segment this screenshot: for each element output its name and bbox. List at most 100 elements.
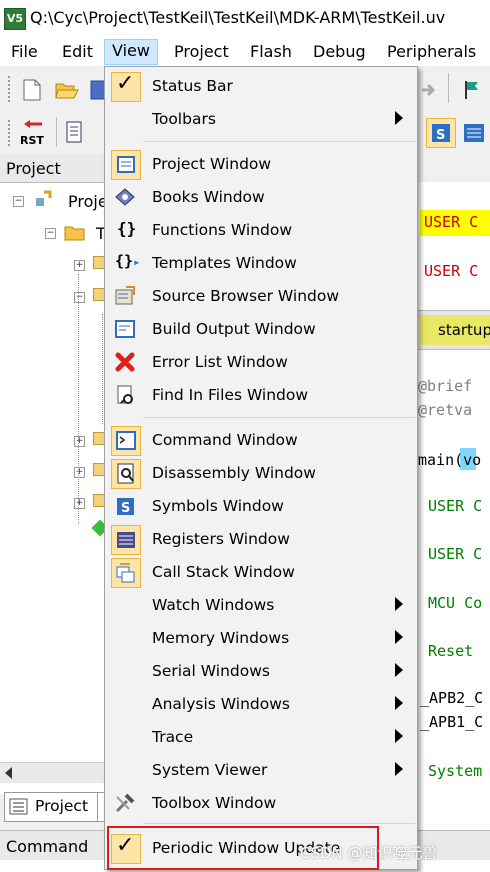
menu-item-error-list-window[interactable]: Error List Window <box>105 346 417 379</box>
run-to-cursor-icon[interactable] <box>64 120 90 146</box>
menu-view[interactable]: View <box>104 39 158 65</box>
check-icon: ✓ <box>116 71 135 96</box>
project-tab-label: Project <box>35 797 89 815</box>
bookmark-flag-icon[interactable] <box>460 78 482 102</box>
menu-item-label: Error List Window <box>152 353 288 371</box>
menu-item-functions-window[interactable]: {} Functions Window <box>105 214 417 247</box>
menu-separator <box>143 823 415 824</box>
tree-collapse-toggle[interactable]: − <box>13 196 24 207</box>
build-output-icon <box>115 320 135 338</box>
menu-item-watch-windows[interactable]: Watch Windows <box>105 589 417 622</box>
menu-item-trace[interactable]: Trace <box>105 721 417 754</box>
menu-item-label: Templates Window <box>152 254 297 272</box>
menu-item-label: Memory Windows <box>152 629 290 647</box>
view-menu-dropdown: ✓ Status Bar Toolbars Project Window Boo… <box>104 66 418 870</box>
project-pane-header: Project <box>0 154 110 183</box>
tree-expand-toggle[interactable]: + <box>74 260 85 271</box>
books-window-icon <box>115 188 135 206</box>
editor-tab-strip: startup <box>416 310 490 350</box>
menu-item-label: System Viewer <box>152 761 268 779</box>
menu-item-label: Books Window <box>152 188 265 206</box>
menu-item-label: Functions Window <box>152 221 293 239</box>
tree-connector <box>78 274 81 524</box>
code-line: USER C <box>428 497 483 515</box>
menu-item-analysis-windows[interactable]: Analysis Windows <box>105 688 417 721</box>
menu-item-command-window[interactable]: Command Window <box>105 424 417 457</box>
registers-toolbar-icon[interactable] <box>462 120 486 146</box>
menu-item-project-window[interactable]: Project Window <box>105 148 417 181</box>
tree-root-label[interactable]: Proje <box>68 192 108 211</box>
menu-item-label: Build Output Window <box>152 320 316 338</box>
menu-debug[interactable]: Debug <box>306 40 373 64</box>
editor-tab-startup[interactable]: startup <box>420 315 490 345</box>
menu-item-label: Command Window <box>152 431 298 449</box>
menu-item-books-window[interactable]: Books Window <box>105 181 417 214</box>
find-in-files-icon <box>117 385 133 404</box>
menu-item-label: Find In Files Window <box>152 386 309 404</box>
menu-item-label: Disassembly Window <box>152 464 316 482</box>
menu-separator <box>143 417 415 418</box>
menu-item-registers-window[interactable]: Registers Window <box>105 523 417 556</box>
menu-peripherals[interactable]: Peripherals <box>380 40 483 64</box>
menu-item-call-stack-window[interactable]: Call Stack Window <box>105 556 417 589</box>
project-target-icon <box>36 190 52 206</box>
project-tab[interactable]: Project <box>4 792 98 822</box>
menu-item-label: Symbols Window <box>152 497 284 515</box>
svg-text:S: S <box>436 128 445 143</box>
menu-item-disassembly-window[interactable]: Disassembly Window <box>105 457 417 490</box>
code-line: Reset <box>428 642 474 660</box>
menu-item-memory-windows[interactable]: Memory Windows <box>105 622 417 655</box>
scroll-left-arrow-icon[interactable] <box>5 767 12 779</box>
menu-flash[interactable]: Flash <box>243 40 299 64</box>
menu-item-toolbox-window[interactable]: Toolbox Window <box>105 787 417 820</box>
editor-top-strip <box>416 154 490 182</box>
toolbar-separator <box>448 73 449 103</box>
toolbox-icon <box>115 793 135 813</box>
menu-item-symbols-window[interactable]: S Symbols Window <box>105 490 417 523</box>
command-window-icon <box>116 431 136 450</box>
registers-icon <box>117 532 135 548</box>
svg-text:S: S <box>121 501 130 516</box>
menu-item-serial-windows[interactable]: Serial Windows <box>105 655 417 688</box>
menu-item-label: Toolbox Window <box>152 794 277 812</box>
menu-file[interactable]: File <box>4 40 45 64</box>
submenu-arrow-icon <box>395 729 403 743</box>
submenu-arrow-icon <box>395 597 403 611</box>
menu-item-templates-window[interactable]: {}▸ Templates Window <box>105 247 417 280</box>
code-line: @brief <box>418 377 473 395</box>
toolbar-grip[interactable] <box>8 120 12 146</box>
menu-item-find-in-files-window[interactable]: Find In Files Window <box>105 379 417 412</box>
submenu-arrow-icon <box>395 663 403 677</box>
menu-item-label: Status Bar <box>152 77 233 95</box>
menu-item-build-output-window[interactable]: Build Output Window <box>105 313 417 346</box>
menu-item-label: Serial Windows <box>152 662 270 680</box>
disassembly-icon-frame <box>111 459 141 489</box>
menu-item-toolbars[interactable]: Toolbars <box>105 103 417 136</box>
symbols-toolbar-button[interactable]: S <box>426 118 456 148</box>
code-line: USER C <box>428 545 483 563</box>
menu-item-status-bar[interactable]: ✓ Status Bar <box>105 70 417 103</box>
menu-item-label: Source Browser Window <box>152 287 340 305</box>
code-line: System <box>428 762 483 780</box>
menu-edit[interactable]: Edit <box>55 40 100 64</box>
code-line: _APB2_C <box>420 689 484 707</box>
menu-item-label: Trace <box>152 728 194 746</box>
new-file-icon[interactable] <box>20 78 44 102</box>
menu-item-system-viewer[interactable]: System Viewer <box>105 754 417 787</box>
registers-icon-frame <box>111 525 141 555</box>
reset-rst-icon[interactable]: RST <box>18 118 48 148</box>
tree-collapse-toggle[interactable]: − <box>45 228 56 239</box>
open-folder-icon[interactable] <box>54 78 80 102</box>
navigate-forward-icon[interactable] <box>420 78 438 102</box>
templates-icon: {}▸ <box>115 252 141 270</box>
project-horizontal-scrollbar[interactable] <box>0 762 110 783</box>
project-window-icon-frame <box>111 150 141 180</box>
editor-tab-label: startup <box>438 321 490 339</box>
menu-item-label: Call Stack Window <box>152 563 295 581</box>
symbols-icon: S <box>117 498 134 516</box>
toolbar-grip[interactable] <box>8 76 12 102</box>
menu-item-source-browser-window[interactable]: Source Browser Window <box>105 280 417 313</box>
disassembly-icon <box>117 463 134 484</box>
code-line: _APB1_C <box>420 713 484 731</box>
menu-project[interactable]: Project <box>167 40 236 64</box>
